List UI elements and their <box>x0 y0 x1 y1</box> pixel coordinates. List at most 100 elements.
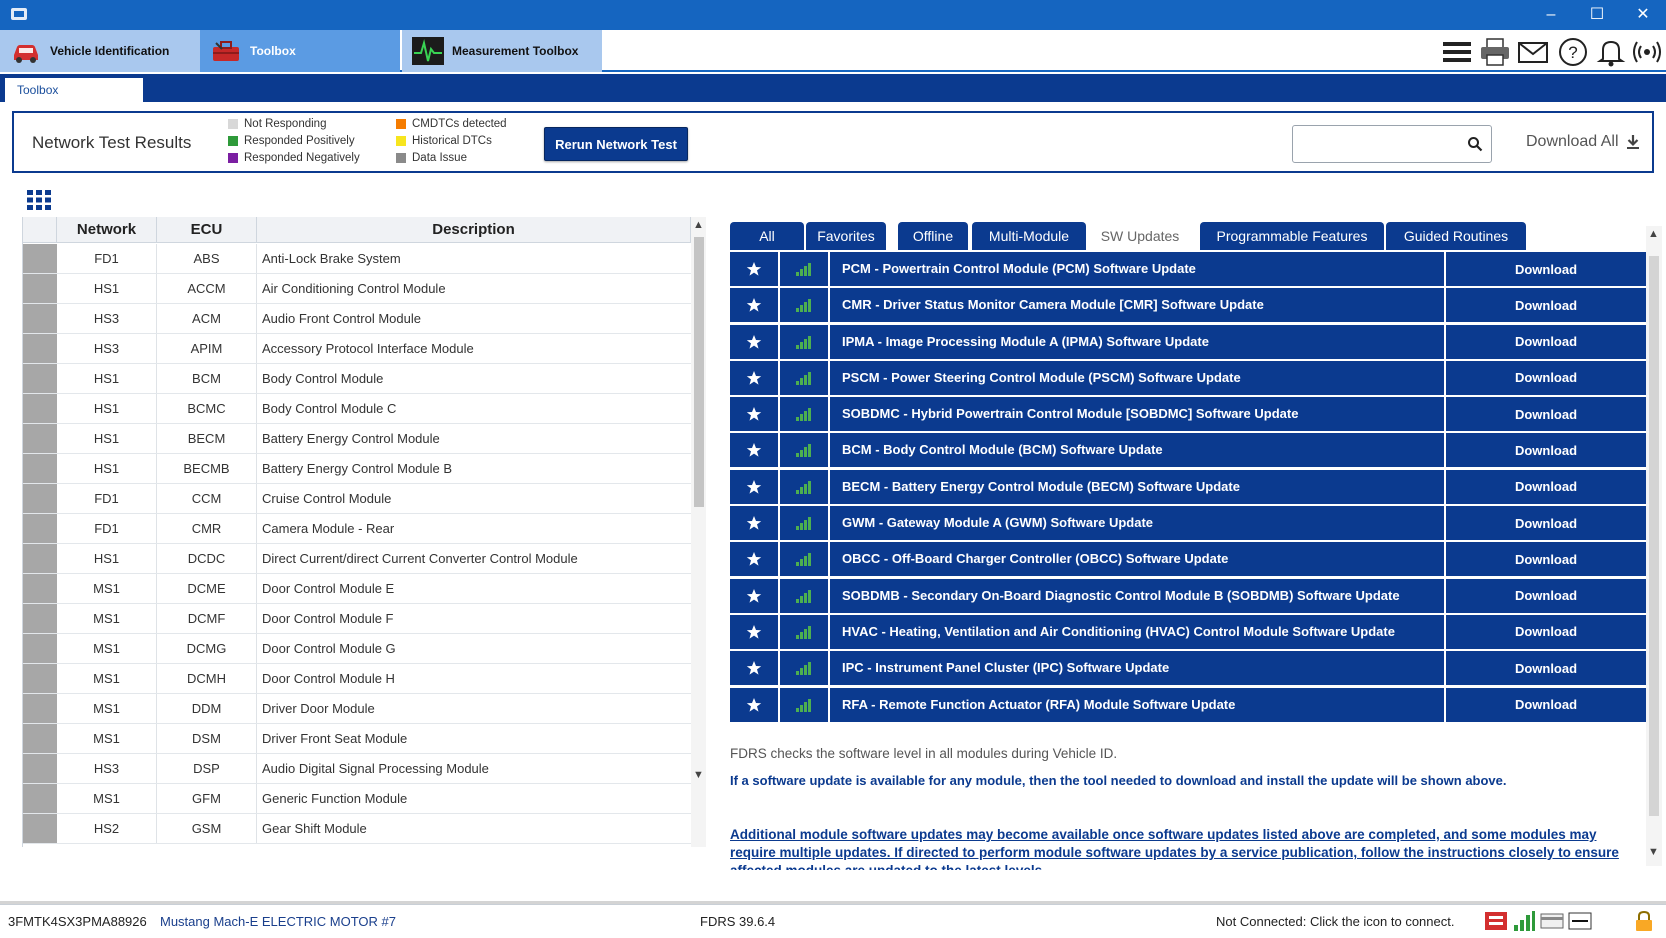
right-panel-scrollbar[interactable]: ▲ ▼ <box>1646 226 1662 866</box>
tab-all[interactable]: All <box>730 222 804 250</box>
favorite-star-icon[interactable] <box>730 360 778 395</box>
download-button[interactable]: Download <box>1446 324 1646 359</box>
scroll-down-icon[interactable]: ▼ <box>1648 846 1659 858</box>
sw-update-name[interactable]: IPMA - Image Processing Module A (IPMA) … <box>830 324 1444 359</box>
download-button[interactable]: Download <box>1446 687 1646 722</box>
download-button[interactable]: Download <box>1446 542 1646 577</box>
favorite-star-icon[interactable] <box>730 542 778 577</box>
ecu-table-scrollbar[interactable]: ▲ ▼ <box>691 217 706 847</box>
table-row[interactable]: FD1 CMR Camera Module - Rear <box>23 514 691 544</box>
sw-update-name[interactable]: OBCC - Off-Board Charger Controller (OBC… <box>830 542 1444 577</box>
table-row[interactable]: HS3 DSP Audio Digital Signal Processing Mo… <box>23 754 691 784</box>
table-row[interactable]: FD1 CCM Cruise Control Module <box>23 484 691 514</box>
sw-update-name[interactable]: SOBDMC - Hybrid Powertrain Control Modul… <box>830 397 1444 432</box>
download-button[interactable]: Download <box>1446 397 1646 432</box>
download-button[interactable]: Download <box>1446 288 1646 323</box>
sw-update-name[interactable]: GWM - Gateway Module A (GWM) Software Up… <box>830 506 1444 541</box>
wireless-icon[interactable] <box>1630 36 1664 68</box>
favorite-star-icon[interactable] <box>730 469 778 504</box>
scroll-up-icon[interactable]: ▲ <box>693 219 704 231</box>
mail-icon[interactable] <box>1516 36 1550 68</box>
scrollbar-thumb[interactable] <box>694 237 704 507</box>
grid-view-icon[interactable] <box>26 189 52 211</box>
favorite-star-icon[interactable] <box>730 433 778 468</box>
scroll-up-icon[interactable]: ▲ <box>1648 228 1659 240</box>
info-link-additional-updates[interactable]: Additional module software updates may b… <box>730 826 1642 870</box>
tab-guided-routines[interactable]: Guided Routines <box>1386 222 1526 250</box>
close-button[interactable]: ✕ <box>1620 0 1666 30</box>
download-button[interactable]: Download <box>1446 433 1646 468</box>
download-button[interactable]: Download <box>1446 614 1646 649</box>
subtab-toolbox[interactable]: Toolbox <box>5 78 143 102</box>
column-header-description[interactable]: Description <box>257 217 691 242</box>
lock-icon[interactable] <box>1632 910 1656 932</box>
scroll-down-icon[interactable]: ▼ <box>693 769 704 781</box>
favorite-star-icon[interactable] <box>730 506 778 541</box>
table-row[interactable]: HS1 ACCM Air Conditioning Control Module <box>23 274 691 304</box>
sw-update-name[interactable]: BCM - Body Control Module (BCM) Software… <box>830 433 1444 468</box>
sw-update-name[interactable]: HVAC - Heating, Ventilation and Air Cond… <box>830 614 1444 649</box>
tab-favorites[interactable]: Favorites <box>806 222 886 250</box>
tab-multi-module[interactable]: Multi-Module <box>972 222 1086 250</box>
favorite-star-icon[interactable] <box>730 614 778 649</box>
bell-icon[interactable] <box>1594 36 1628 68</box>
table-row[interactable]: HS1 BECMB Battery Energy Control Module B <box>23 454 691 484</box>
download-button[interactable]: Download <box>1446 578 1646 613</box>
dash-icon[interactable] <box>1568 910 1592 932</box>
column-header-ecu[interactable]: ECU <box>157 217 257 242</box>
scrollbar-thumb[interactable] <box>1649 256 1659 816</box>
favorite-star-icon[interactable] <box>730 578 778 613</box>
search-input[interactable] <box>1299 127 1459 161</box>
sw-update-name[interactable]: PSCM - Power Steering Control Module (PS… <box>830 360 1444 395</box>
download-all-button[interactable]: Download All <box>1526 129 1641 155</box>
table-row[interactable]: HS3 ACM Audio Front Control Module <box>23 304 691 334</box>
favorite-star-icon[interactable] <box>730 288 778 323</box>
tab-offline[interactable]: Offline <box>898 222 968 250</box>
menu-icon[interactable] <box>1440 36 1474 68</box>
download-button[interactable]: Download <box>1446 252 1646 286</box>
favorite-star-icon[interactable] <box>730 687 778 722</box>
print-icon[interactable] <box>1478 36 1512 68</box>
tab-measurement-toolbox[interactable]: Measurement Toolbox <box>402 30 602 72</box>
sw-update-name[interactable]: BECM - Battery Energy Control Module (BE… <box>830 469 1444 504</box>
table-row[interactable]: MS1 DCMG Door Control Module G <box>23 634 691 664</box>
tab-vehicle-identification[interactable]: Vehicle Identification <box>0 30 200 72</box>
download-button[interactable]: Download <box>1446 651 1646 686</box>
favorite-star-icon[interactable] <box>730 651 778 686</box>
table-row[interactable]: HS3 APIM Accessory Protocol Interface Modu… <box>23 334 691 364</box>
table-row[interactable]: MS1 DCME Door Control Module E <box>23 574 691 604</box>
table-row[interactable]: MS1 GFM Generic Function Module <box>23 784 691 814</box>
download-button[interactable]: Download <box>1446 360 1646 395</box>
table-row[interactable]: HS1 BCMC Body Control Module C <box>23 394 691 424</box>
favorite-star-icon[interactable] <box>730 252 778 286</box>
table-row[interactable]: MS1 DDM Driver Door Module <box>23 694 691 724</box>
table-row[interactable]: HS1 BCM Body Control Module <box>23 364 691 394</box>
favorite-star-icon[interactable] <box>730 324 778 359</box>
table-row[interactable]: HS1 DCDC Direct Current/direct Current Con… <box>23 544 691 574</box>
sw-update-name[interactable]: RFA - Remote Function Actuator (RFA) Mod… <box>830 687 1444 722</box>
sw-update-name[interactable]: PCM - Powertrain Control Module (PCM) So… <box>830 252 1444 286</box>
table-row[interactable]: FD1 ABS Anti-Lock Brake System <box>23 244 691 274</box>
table-row[interactable]: MS1 DCMH Door Control Module H <box>23 664 691 694</box>
sw-update-name[interactable]: IPC - Instrument Panel Cluster (IPC) Sof… <box>830 651 1444 686</box>
table-row[interactable]: HS1 BECM Battery Energy Control Module <box>23 424 691 454</box>
tab-sw-updates[interactable]: SW Updates <box>1088 222 1192 250</box>
signal-icon[interactable] <box>1512 910 1536 932</box>
table-row[interactable]: HS2 GSM Gear Shift Module <box>23 814 691 844</box>
download-button[interactable]: Download <box>1446 469 1646 504</box>
table-row[interactable]: MS1 DSM Driver Front Seat Module <box>23 724 691 754</box>
help-icon[interactable]: ? <box>1556 36 1590 68</box>
sw-update-name[interactable]: CMR - Driver Status Monitor Camera Modul… <box>830 288 1444 323</box>
download-button[interactable]: Download <box>1446 506 1646 541</box>
tab-toolbox[interactable]: Toolbox <box>200 30 400 72</box>
sw-update-name[interactable]: SOBDMB - Secondary On-Board Diagnostic C… <box>830 578 1444 613</box>
minimize-button[interactable]: – <box>1528 0 1574 30</box>
tab-programmable-features[interactable]: Programmable Features <box>1200 222 1384 250</box>
maximize-button[interactable]: ☐ <box>1574 0 1620 30</box>
table-row[interactable]: MS1 DCMF Door Control Module F <box>23 604 691 634</box>
favorite-star-icon[interactable] <box>730 397 778 432</box>
search-icon[interactable] <box>1467 136 1483 152</box>
card-icon[interactable] <box>1540 910 1564 932</box>
column-header-network[interactable]: Network <box>57 217 157 242</box>
vci-red-icon[interactable] <box>1484 910 1508 932</box>
